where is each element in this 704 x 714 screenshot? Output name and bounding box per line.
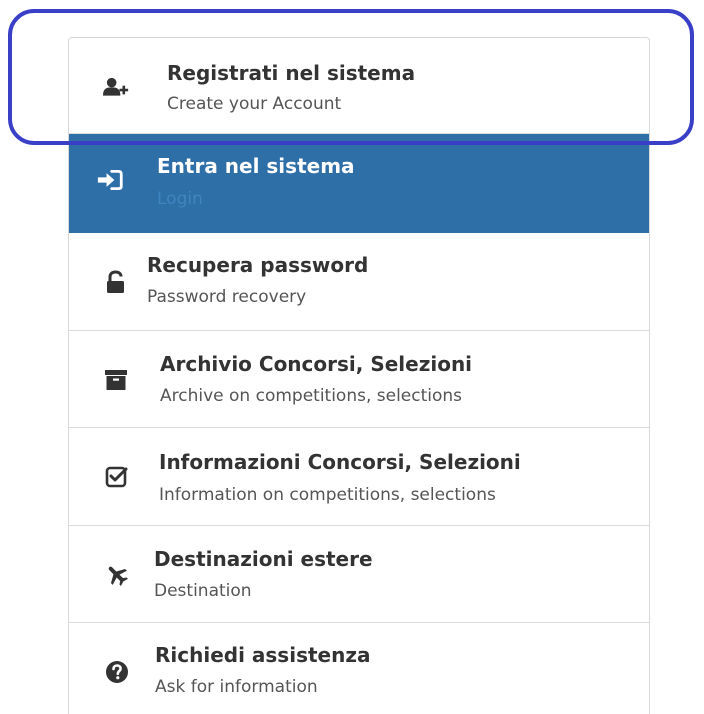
menu-item-archive[interactable]: Archivio Concorsi, Selezioni Archive on … bbox=[69, 331, 649, 428]
menu-item-foreign-destinations[interactable]: Destinazioni estere Destination bbox=[69, 526, 649, 623]
menu-item-title: Entra nel sistema bbox=[157, 154, 355, 178]
menu-item-title: Informazioni Concorsi, Selezioni bbox=[159, 450, 521, 474]
question-icon bbox=[104, 659, 130, 685]
archive-icon bbox=[103, 367, 129, 393]
menu-item-subtitle: Information on competitions, selections bbox=[159, 485, 496, 505]
menu-item-subtitle: Login bbox=[157, 189, 203, 209]
page: Registrati nel sistema Create your Accou… bbox=[0, 0, 704, 714]
unlock-icon bbox=[103, 269, 129, 295]
add-user-icon bbox=[103, 74, 129, 100]
menu-item-subtitle: Destination bbox=[154, 581, 252, 601]
menu-item-title: Richiedi assistenza bbox=[155, 643, 371, 667]
menu-item-title: Archivio Concorsi, Selezioni bbox=[160, 352, 473, 376]
menu-item-support[interactable]: Richiedi assistenza Ask for information bbox=[69, 623, 649, 714]
menu-item-title: Recupera password bbox=[147, 253, 369, 277]
menu-item-password-recovery[interactable]: Recupera password Password recovery bbox=[69, 233, 649, 331]
menu-item-login[interactable]: Entra nel sistema Login bbox=[69, 134, 649, 233]
menu-item-title: Destinazioni estere bbox=[154, 547, 373, 571]
checkbox-icon bbox=[104, 463, 130, 489]
menu-item-subtitle: Ask for information bbox=[155, 677, 318, 697]
plane-icon bbox=[104, 562, 130, 588]
menu-item-subtitle: Create your Account bbox=[167, 94, 342, 114]
menu-item-title: Registrati nel sistema bbox=[167, 61, 416, 85]
menu-item-subtitle: Archive on competitions, selections bbox=[160, 386, 463, 406]
sign-in-icon bbox=[97, 167, 123, 193]
side-menu: Registrati nel sistema Create your Accou… bbox=[68, 37, 650, 714]
menu-item-information[interactable]: Informazioni Concorsi, Selezioni Informa… bbox=[69, 428, 649, 526]
menu-item-subtitle: Password recovery bbox=[147, 287, 307, 307]
menu-item-register[interactable]: Registrati nel sistema Create your Accou… bbox=[69, 38, 649, 134]
